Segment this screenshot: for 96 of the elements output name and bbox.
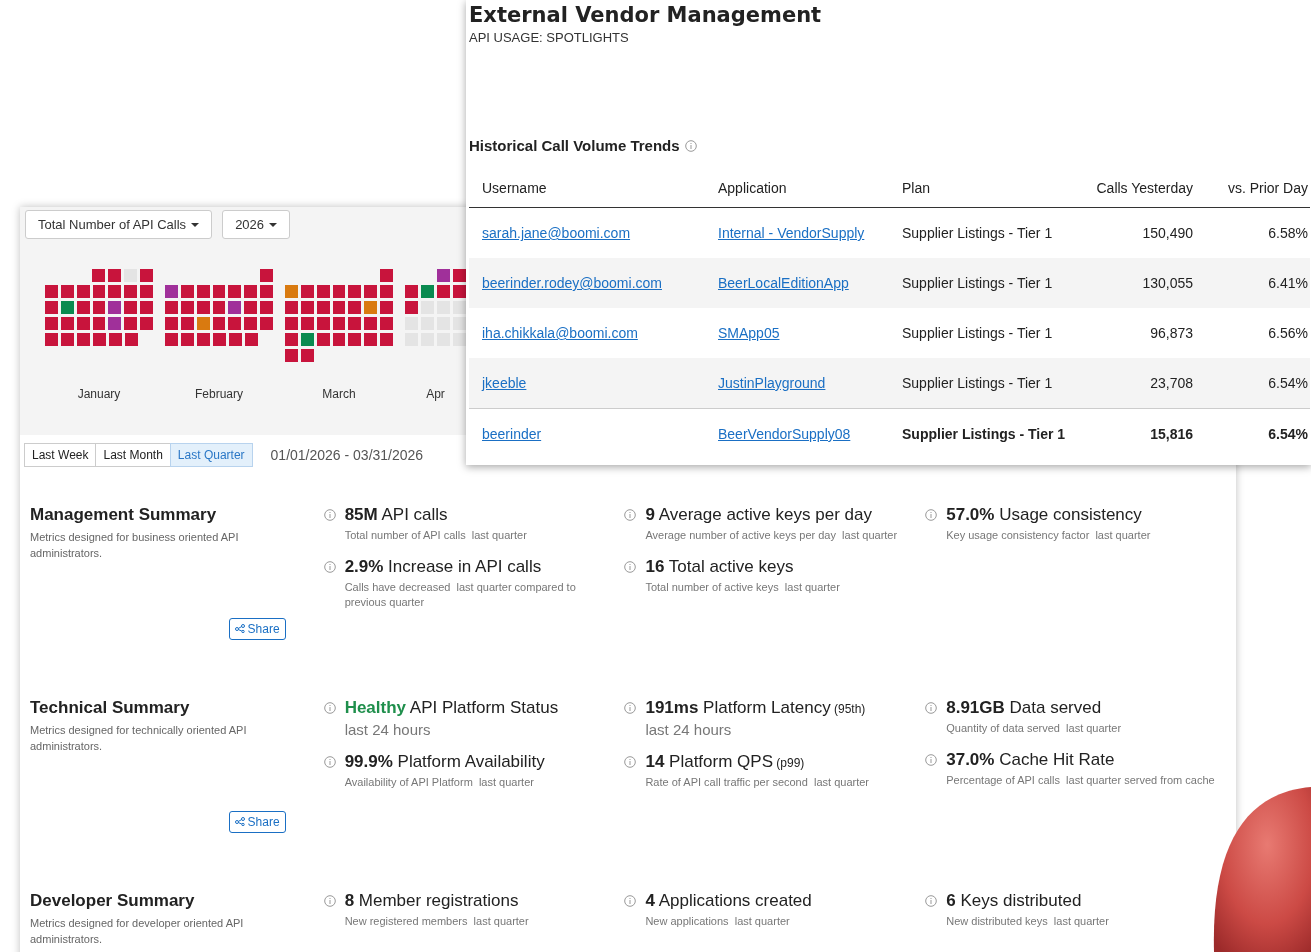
column-header: Username bbox=[469, 180, 705, 208]
section-title: Developer Summary bbox=[30, 891, 195, 911]
application-link[interactable]: Internal - VendorSupply bbox=[718, 225, 865, 241]
share-icon bbox=[234, 817, 245, 827]
panel-subtitle: API USAGE: SPOTLIGHTS bbox=[469, 30, 629, 45]
metric-value: 57.0% Usage consistency bbox=[946, 505, 1143, 525]
table-cell: Supplier Listings - Tier 1 bbox=[902, 275, 1053, 291]
table-cell: Supplier Listings - Tier 1 bbox=[902, 426, 1066, 442]
section-description: Metrics designed for developer oriented API administrators. bbox=[30, 916, 245, 947]
share-icon bbox=[234, 624, 245, 634]
section-description: Metrics designed for technically oriented API administrators. bbox=[30, 723, 248, 754]
caret-icon bbox=[191, 222, 200, 227]
metric-period: last 24 hours bbox=[344, 721, 432, 738]
metric-value: 99.9% Platform Availability bbox=[344, 752, 546, 772]
username-link[interactable]: sarah.jane@boomi.com bbox=[482, 225, 631, 241]
metric-description: Total number of active keys last quarter bbox=[645, 579, 841, 595]
table-cell: Supplier Listings - Tier 1 bbox=[902, 375, 1053, 391]
range-tab[interactable]: Last Month bbox=[95, 443, 171, 467]
metric-value: 14 Platform QPS (p99) bbox=[645, 752, 806, 772]
section-title: Management Summary bbox=[30, 505, 217, 525]
section-description: Metrics designed for business oriented API administrators. bbox=[30, 530, 240, 561]
metric-value: 85M API calls bbox=[344, 505, 449, 525]
metric-value: 4 Applications created bbox=[645, 891, 813, 911]
info-icon[interactable] bbox=[925, 509, 938, 521]
panel-title: External Vendor Management bbox=[469, 3, 822, 27]
application-link[interactable]: JustinPlayground bbox=[718, 375, 826, 391]
metric-value: 16 Total active keys bbox=[645, 556, 795, 577]
metric-value: 37.0% Cache Hit Rate bbox=[946, 749, 1116, 770]
metric-value: 8 Member registrations bbox=[344, 891, 520, 911]
info-icon[interactable] bbox=[925, 895, 938, 907]
table-cell: 150,490 bbox=[1142, 225, 1193, 241]
info-icon[interactable] bbox=[323, 895, 336, 907]
metric-description: Percentage of API calls last quarter served from cache bbox=[946, 772, 1216, 788]
column-header: vs. Prior Day bbox=[1195, 180, 1310, 208]
range-tab[interactable]: Last Week bbox=[24, 443, 97, 467]
info-icon[interactable] bbox=[624, 702, 637, 714]
username-link[interactable]: beerinder bbox=[482, 426, 542, 442]
table-cell: 130,055 bbox=[1142, 275, 1193, 291]
table-cell: Supplier Listings - Tier 1 bbox=[902, 225, 1053, 241]
column-header: Application bbox=[705, 180, 889, 208]
month-label: Apr bbox=[426, 387, 445, 401]
metric-value: 2.9% Increase in API calls bbox=[344, 556, 543, 577]
section-title: Technical Summary bbox=[30, 698, 190, 718]
info-icon[interactable] bbox=[624, 560, 637, 573]
table-cell: 6.58% bbox=[1268, 225, 1308, 241]
metric-value: Healthy API Platform Status bbox=[344, 698, 560, 718]
application-link[interactable]: BeerVendorSupply08 bbox=[718, 426, 851, 442]
metric-description: New distributed keys last quarter bbox=[946, 914, 1110, 929]
month-label: March bbox=[322, 387, 356, 401]
metric-value: 9 Average active keys per day bbox=[645, 505, 873, 525]
metric-dropdown[interactable]: Total Number of API Calls bbox=[25, 210, 213, 239]
table-cell: 6.54% bbox=[1268, 426, 1308, 442]
application-link[interactable]: SMApp05 bbox=[718, 325, 780, 341]
info-icon[interactable] bbox=[925, 753, 938, 766]
info-icon[interactable] bbox=[323, 560, 336, 573]
table-cell: 6.56% bbox=[1268, 325, 1308, 341]
table-cell: 6.41% bbox=[1268, 275, 1308, 291]
metric-description: Total number of API calls last quarter bbox=[344, 528, 528, 543]
info-icon[interactable] bbox=[925, 702, 938, 714]
metric-value: 191ms Platform Latency (95th) bbox=[645, 698, 867, 718]
table-cell: 6.54% bbox=[1268, 375, 1308, 391]
table-cell: 15,816 bbox=[1150, 426, 1193, 442]
table-cell: 96,873 bbox=[1150, 325, 1193, 341]
date-range: 01/01/2026 - 03/31/2026 bbox=[270, 447, 424, 463]
column-header: Calls Yesterday bbox=[1077, 180, 1195, 208]
info-icon[interactable] bbox=[684, 139, 697, 152]
table-title: Historical Call Volume Trends bbox=[469, 137, 680, 154]
metric-value: 6 Keys distributed bbox=[946, 891, 1083, 911]
metric-description: Key usage consistency factor last quarter bbox=[946, 528, 1152, 543]
month-label: January bbox=[77, 387, 121, 401]
info-icon[interactable] bbox=[323, 756, 336, 768]
metric-description: Rate of API call traffic per second last quarter bbox=[645, 775, 870, 790]
caret-icon bbox=[269, 222, 278, 227]
metric-value: 8.91GB Data served bbox=[946, 698, 1103, 718]
metric-description: Calls have decreased last quarter compared to previous quarter bbox=[344, 579, 577, 610]
range-tab[interactable]: Last Quarter bbox=[169, 443, 253, 467]
month-label: February bbox=[195, 387, 243, 401]
info-icon[interactable] bbox=[323, 509, 336, 521]
metric-period: last 24 hours bbox=[645, 721, 733, 738]
username-link[interactable]: jkeeble bbox=[482, 375, 527, 391]
info-icon[interactable] bbox=[624, 509, 637, 521]
table-cell: Supplier Listings - Tier 1 bbox=[902, 325, 1053, 341]
share-button[interactable]: Share bbox=[228, 617, 286, 640]
info-icon[interactable] bbox=[323, 702, 336, 714]
table-cell: 23,708 bbox=[1150, 375, 1193, 391]
username-link[interactable]: iha.chikkala@boomi.com bbox=[482, 325, 638, 341]
share-button[interactable]: Share bbox=[228, 810, 286, 833]
info-icon[interactable] bbox=[624, 895, 637, 907]
metric-description: Average number of active keys per day last quarter bbox=[645, 528, 899, 543]
info-icon[interactable] bbox=[624, 756, 637, 768]
column-header: Plan bbox=[889, 180, 1077, 208]
metric-description: Quantity of data served last quarter bbox=[946, 721, 1123, 736]
metric-description: New registered members last quarter bbox=[344, 914, 530, 929]
metric-description: Availability of API Platform last quarter bbox=[344, 775, 535, 790]
metric-description: New applications last quarter bbox=[645, 914, 791, 929]
year-dropdown[interactable]: 2026 bbox=[222, 210, 291, 239]
